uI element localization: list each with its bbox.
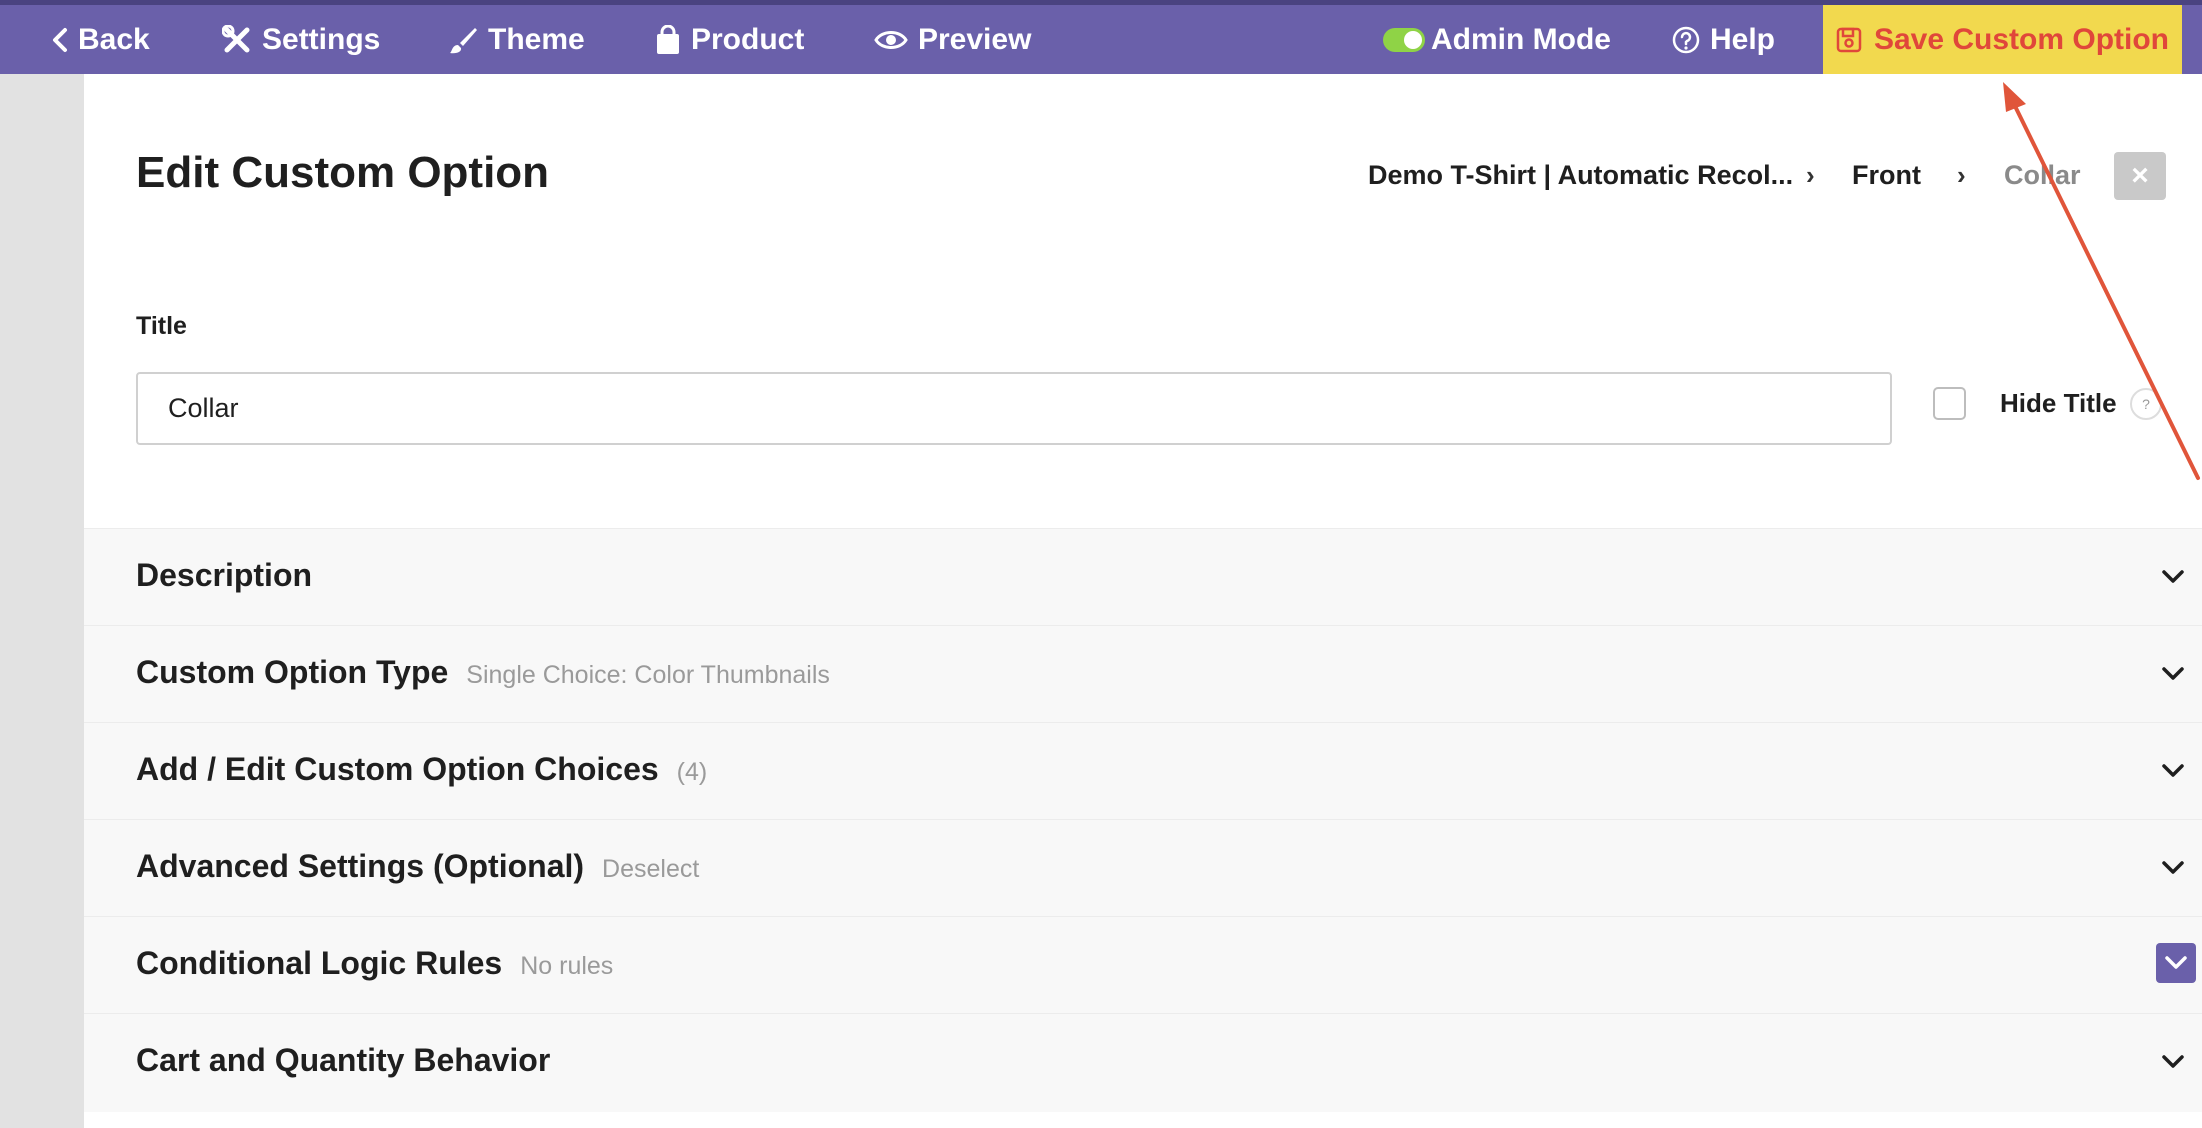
question-circle-icon: [1672, 26, 1700, 53]
section-title: Cart and Quantity Behavior: [136, 1042, 551, 1078]
back-label: Back: [78, 22, 150, 56]
sidebar-gutter: [0, 74, 84, 1128]
chevron-down-icon[interactable]: [2157, 852, 2189, 884]
save-icon: [1836, 27, 1862, 52]
breadcrumb-item-current: Collar: [2004, 160, 2081, 190]
save-custom-option-button[interactable]: Save Custom Option: [1823, 5, 2182, 74]
chevron-down-icon[interactable]: [2157, 561, 2189, 593]
section-title: Advanced Settings (Optional): [136, 848, 585, 884]
section-subtitle: (4): [676, 758, 708, 786]
help-button[interactable]: Help: [1672, 5, 1775, 74]
section-title: Add / Edit Custom Option Choices: [136, 751, 659, 787]
chevron-down-icon[interactable]: [2157, 755, 2189, 787]
section-title: Description: [136, 557, 313, 593]
section-title: Custom Option Type: [136, 654, 449, 690]
preview-label: Preview: [918, 22, 1032, 56]
section-title: Conditional Logic Rules: [136, 945, 503, 981]
chevron-down-icon[interactable]: [2157, 658, 2189, 690]
section-subtitle: No rules: [520, 952, 614, 980]
save-label: Save Custom Option: [1873, 22, 2170, 56]
settings-label: Settings: [262, 22, 381, 56]
breadcrumb: Demo T-Shirt | Automatic Recol... › Fron…: [1202, 152, 2202, 196]
breadcrumb-item-product[interactable]: Demo T-Shirt | Automatic Recol...: [1368, 160, 1793, 191]
section-custom-option-type[interactable]: Custom Option Type Single Choice: Color T…: [84, 625, 2202, 722]
breadcrumb-item-view[interactable]: Front: [1852, 160, 1921, 191]
admin-mode-label: Admin Mode: [1431, 22, 1611, 56]
section-subtitle: Deselect: [602, 855, 700, 883]
help-mark: ?: [2142, 396, 2150, 412]
theme-label: Theme: [488, 22, 585, 56]
chevron-down-icon[interactable]: [2156, 943, 2196, 983]
breadcrumb-separator-icon: ›: [1957, 160, 1966, 190]
section-subtitle: Single Choice: Color Thumbnails: [466, 661, 830, 689]
brush-icon: [450, 27, 477, 53]
theme-button[interactable]: Theme: [448, 5, 585, 74]
close-icon: ×: [2131, 159, 2149, 192]
section-conditional-logic[interactable]: Conditional Logic Rules No rules: [84, 916, 2202, 1013]
admin-mode-toggle[interactable]: Admin Mode: [1383, 5, 1611, 74]
product-button[interactable]: Product: [655, 5, 804, 74]
eye-icon: [874, 30, 908, 49]
hide-title-help-icon[interactable]: ?: [2130, 388, 2162, 420]
settings-button[interactable]: Settings: [222, 5, 380, 74]
product-label: Product: [691, 22, 805, 56]
hide-title-label: Hide Title: [2000, 388, 2117, 418]
top-nav-bar: Back Settings Theme Product Preview Admi…: [0, 0, 2202, 74]
title-input[interactable]: [136, 372, 1892, 445]
toggle-icon: [1383, 27, 1425, 52]
section-description[interactable]: Description: [84, 528, 2202, 625]
preview-button[interactable]: Preview: [874, 5, 1031, 74]
chevron-down-icon[interactable]: [2157, 1046, 2189, 1078]
breadcrumb-separator-icon: ›: [1806, 160, 1815, 190]
title-label: Title: [136, 312, 187, 340]
page-title: Edit Custom Option: [136, 148, 550, 197]
section-choices[interactable]: Add / Edit Custom Option Choices (4): [84, 722, 2202, 819]
shopping-bag-icon: [657, 24, 679, 54]
back-button[interactable]: Back: [52, 5, 150, 74]
hide-title-checkbox[interactable]: [1933, 387, 1966, 420]
close-button[interactable]: ×: [2114, 152, 2166, 200]
tools-icon: [222, 24, 250, 52]
help-label: Help: [1710, 22, 1776, 56]
chevron-left-icon: [53, 27, 67, 52]
section-advanced-settings[interactable]: Advanced Settings (Optional) Deselect: [84, 819, 2202, 916]
section-cart-quantity[interactable]: Cart and Quantity Behavior: [84, 1013, 2202, 1112]
